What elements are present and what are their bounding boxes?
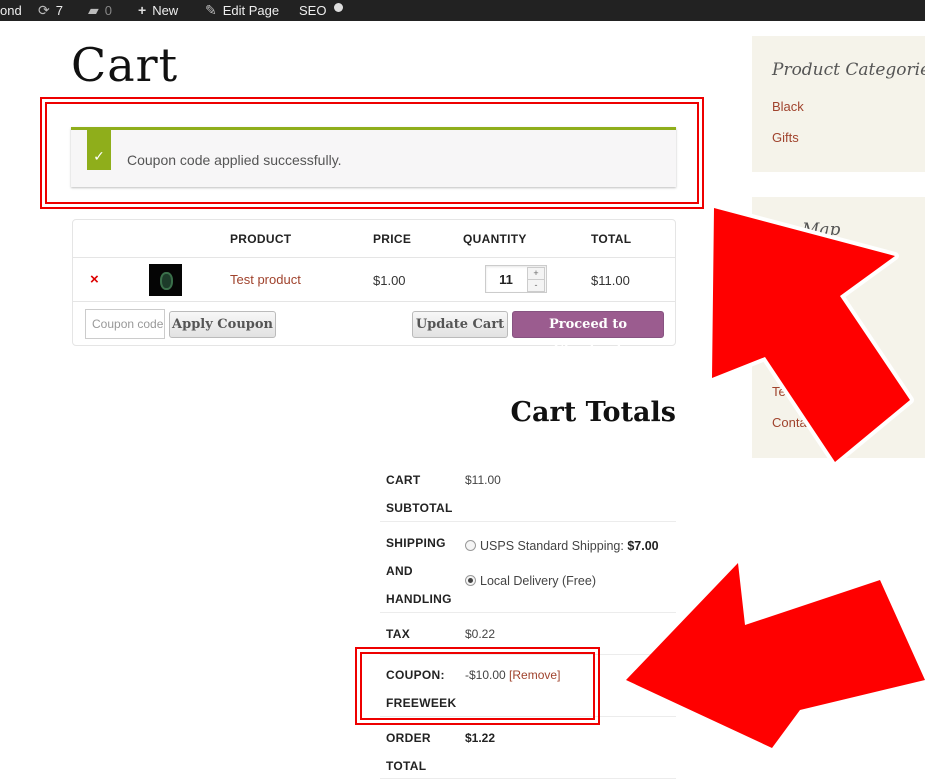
checkmark-icon: ✓ bbox=[87, 127, 111, 170]
quantity-input[interactable]: 11 bbox=[486, 272, 526, 287]
tax-label: TAX bbox=[386, 627, 411, 641]
order-total-label: ORDER TOTAL bbox=[386, 731, 431, 773]
cart-table: PRODUCT PRICE QUANTITY TOTAL × Test prod… bbox=[72, 219, 676, 357]
usps-radio[interactable] bbox=[465, 540, 476, 551]
shipping-option-local[interactable]: Local Delivery (Free) bbox=[465, 574, 596, 588]
subtotal-value: $11.00 bbox=[465, 473, 501, 487]
seo-status-icon bbox=[334, 3, 344, 12]
table-divider bbox=[73, 257, 675, 258]
header-product: PRODUCT bbox=[230, 232, 292, 246]
quantity-decrease-button[interactable]: - bbox=[527, 279, 545, 292]
comment-icon: ▰ bbox=[88, 2, 99, 18]
categories-title: Product Categories bbox=[772, 60, 925, 80]
product-link[interactable]: Test product bbox=[230, 272, 301, 287]
coupon-highlight-box bbox=[355, 647, 600, 725]
product-price: $1.00 bbox=[373, 273, 406, 288]
local-delivery-radio[interactable] bbox=[465, 575, 476, 586]
totals-divider bbox=[380, 778, 676, 779]
admin-site-link[interactable]: ond bbox=[0, 0, 22, 21]
totals-divider bbox=[380, 612, 676, 613]
refresh-icon: ⟳ bbox=[38, 2, 50, 18]
table-divider bbox=[73, 301, 675, 302]
category-link-gifts[interactable]: Gifts bbox=[772, 130, 799, 145]
admin-updates[interactable]: ⟳ 7 bbox=[38, 0, 63, 21]
pencil-icon: ✎ bbox=[205, 2, 217, 18]
update-cart-button[interactable]: Update Cart bbox=[412, 311, 508, 338]
header-price: PRICE bbox=[373, 232, 412, 246]
admin-bar: ond ⟳ 7 ▰ 0 + New ✎ Edit Page SEO bbox=[0, 0, 925, 21]
header-total: TOTAL bbox=[591, 232, 632, 246]
new-label: New bbox=[152, 3, 179, 18]
notice-text: Coupon code applied successfully. bbox=[127, 152, 342, 168]
edit-page-label: Edit Page bbox=[222, 3, 280, 18]
cart-totals-title: Cart Totals bbox=[510, 397, 676, 428]
updates-count: 7 bbox=[55, 3, 63, 18]
totals-divider bbox=[380, 521, 676, 522]
site-map-widget: Map Te Conta bbox=[752, 197, 925, 458]
order-total-value: $1.22 bbox=[465, 731, 496, 745]
shipping-label: SHIPPING AND HANDLING bbox=[386, 536, 452, 606]
sidebar-link-contact[interactable]: Conta bbox=[772, 415, 807, 430]
arrow-pointing-to-coupon bbox=[626, 563, 925, 748]
admin-new[interactable]: + New bbox=[138, 0, 178, 21]
product-categories-widget: Product Categories Black Gifts bbox=[752, 36, 925, 172]
admin-comments[interactable]: ▰ 0 bbox=[88, 0, 112, 21]
comments-count: 0 bbox=[104, 3, 113, 18]
category-link-black[interactable]: Black bbox=[772, 99, 804, 114]
apply-coupon-button[interactable]: Apply Coupon bbox=[169, 311, 276, 338]
page-title: Cart bbox=[71, 38, 179, 92]
product-line-total: $11.00 bbox=[591, 273, 630, 288]
remove-item-icon[interactable]: × bbox=[90, 271, 99, 288]
subtotal-label: CART SUBTOTAL bbox=[386, 473, 453, 515]
header-quantity: QUANTITY bbox=[463, 232, 527, 246]
quantity-stepper[interactable]: 11 + - bbox=[485, 265, 547, 293]
admin-seo[interactable]: SEO bbox=[299, 0, 344, 21]
success-notice: ✓ Coupon code applied successfully. bbox=[71, 127, 676, 187]
map-title: Map bbox=[802, 220, 841, 240]
tax-value: $0.22 bbox=[465, 627, 496, 641]
coupon-code-input[interactable]: Coupon code bbox=[85, 309, 165, 339]
sidebar-link-te[interactable]: Te bbox=[772, 384, 786, 399]
admin-edit-page[interactable]: ✎ Edit Page bbox=[205, 0, 279, 21]
plus-icon: + bbox=[138, 2, 147, 18]
seo-label: SEO bbox=[299, 3, 327, 18]
site-name-fragment: ond bbox=[0, 3, 22, 18]
shipping-option-usps[interactable]: USPS Standard Shipping: $7.00 bbox=[465, 539, 659, 553]
proceed-to-checkout-button[interactable]: Proceed to Checkout bbox=[512, 311, 664, 357]
product-thumbnail[interactable] bbox=[149, 264, 182, 296]
